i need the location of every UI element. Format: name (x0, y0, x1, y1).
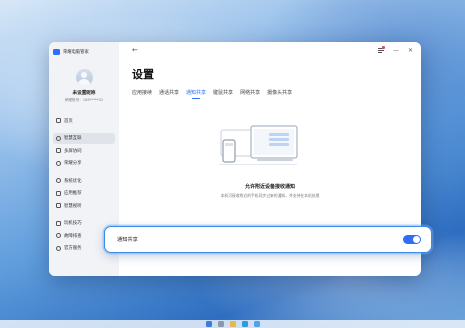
multiscreen-icon (56, 148, 61, 153)
sidebar-item-optimize[interactable]: 系统优化 (53, 175, 115, 186)
service-icon (56, 245, 61, 251)
folder-icon[interactable] (229, 321, 236, 327)
sidebar-item-label: 首页 (64, 118, 73, 124)
sidebar-item-multiscreen[interactable]: 多屏协同 (53, 145, 115, 156)
window-controls: — ✕ (377, 46, 413, 54)
sidebar-item-label: 多屏协同 (64, 148, 82, 154)
home-icon (56, 118, 61, 123)
user-name[interactable]: 未设置昵称 (53, 90, 115, 96)
app-icon[interactable] (253, 321, 260, 327)
tab-camera-sharing[interactable]: 摄像头共享 (267, 89, 292, 98)
sidebar-item-label: 智慧视听 (64, 203, 82, 209)
share-icon (56, 160, 61, 166)
sidebar-item-label: 应用推荐 (64, 191, 82, 196)
link-icon (56, 135, 61, 141)
tab-keyboard-mouse-sharing[interactable]: 键鼠共享 (213, 89, 233, 98)
sidebar-item-label: 荣耀分享 (64, 161, 82, 166)
sidebar-item-label: 故障排查 (64, 233, 82, 239)
notification-sharing-card: 通知共享 (104, 226, 432, 253)
tab-network-sharing[interactable]: 网络共享 (240, 89, 260, 98)
apps-icon (56, 190, 61, 196)
sidebar-item-av[interactable]: 智慧视听 (53, 200, 115, 211)
taskbar (0, 320, 465, 328)
troubleshoot-icon (56, 233, 61, 238)
sidebar-item-label: 智慧互联 (64, 136, 82, 141)
notification-dot-icon (382, 46, 385, 49)
empty-state-description: 本机可接收附近的手机同步过来的通知，并支持在本机处理 (220, 193, 320, 198)
sidebar-item-home[interactable]: 首页 (53, 115, 115, 126)
toggle-label: 通知共享 (117, 237, 138, 243)
close-icon[interactable]: ✕ (408, 47, 413, 54)
notification-sharing-toggle[interactable] (403, 235, 421, 244)
minimize-icon[interactable]: — (393, 47, 399, 54)
sidebar-item-share[interactable]: 荣耀分享 (53, 158, 115, 169)
sidebar-item-apps[interactable]: 应用推荐 (53, 188, 115, 199)
sidebar-item-label: 官方服务 (64, 246, 82, 251)
app-title: 荣耀电脑管家 (63, 49, 89, 55)
sidebar-item-label: 系统优化 (64, 178, 82, 184)
browser-icon[interactable] (241, 321, 248, 327)
topbar: ← — ✕ (132, 42, 421, 58)
page-title: 设置 (132, 68, 154, 81)
menu-icon[interactable] (377, 46, 385, 53)
devices-illustration-icon (219, 125, 298, 165)
app-title-row: 荣耀电脑管家 (53, 46, 115, 57)
sidebar-item-label: 玩机技巧 (64, 221, 82, 226)
search-icon[interactable] (217, 321, 224, 327)
start-icon[interactable] (205, 321, 212, 327)
app-logo-icon (53, 48, 60, 55)
sidebar-item-smart-connect[interactable]: 智慧互联 (53, 132, 115, 144)
settings-tabs: 应用接续 通话共享 通知共享 键鼠共享 网络共享 摄像头共享 (132, 89, 421, 99)
optimize-icon (56, 178, 61, 183)
tab-notification-sharing[interactable]: 通知共享 (186, 89, 206, 99)
back-icon[interactable]: ← (132, 46, 138, 54)
tips-icon (56, 220, 61, 226)
av-icon (56, 203, 61, 208)
user-account: 荣耀账号：186*****02 (64, 98, 104, 102)
tab-app-continuation[interactable]: 应用接续 (132, 89, 152, 98)
avatar[interactable] (75, 69, 93, 86)
tab-call-sharing[interactable]: 通话共享 (159, 89, 179, 98)
empty-state-title: 允许附近设备接收通知 (244, 184, 295, 190)
